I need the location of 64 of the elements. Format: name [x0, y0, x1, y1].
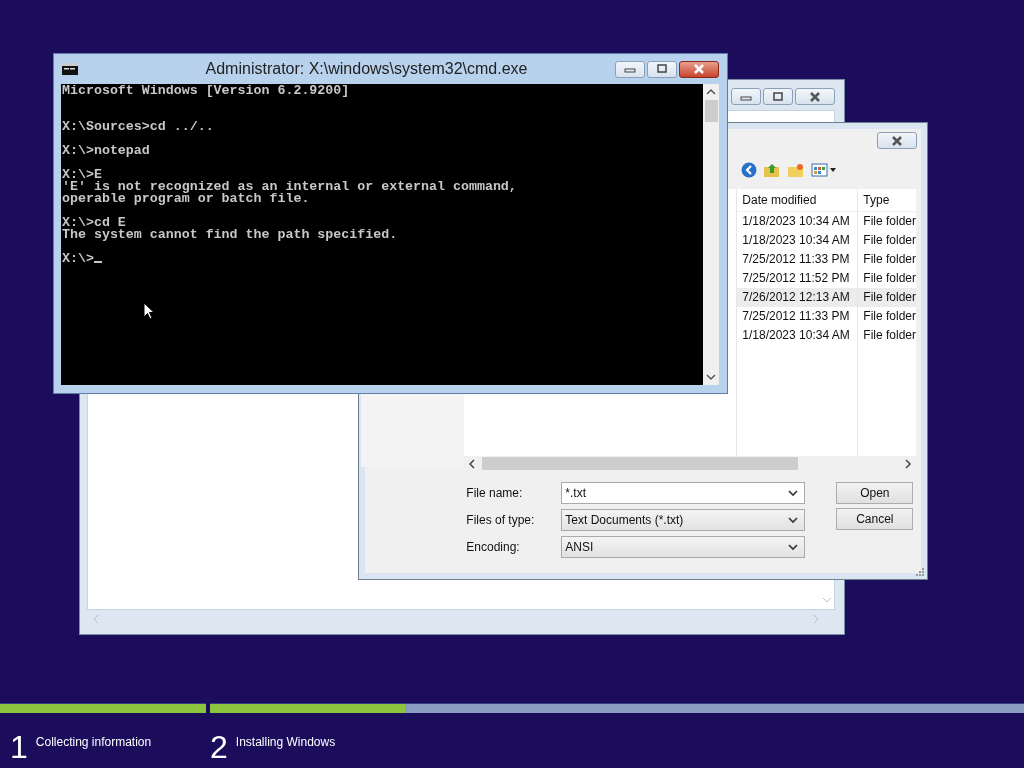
table-cell-text: File folder — [862, 232, 916, 249]
table-cell-text: File folder — [862, 308, 916, 325]
table-cell-text: File folder — [862, 270, 916, 287]
table-cell-text: 1/18/2023 10:34 AM — [741, 327, 851, 344]
close-button[interactable] — [795, 88, 835, 105]
scrollbar-thumb[interactable] — [704, 100, 718, 122]
minimize-icon — [624, 65, 636, 73]
combo-box[interactable]: *.txt — [561, 482, 806, 504]
console-line: 'E' is not recognized as an internal or external command, — [62, 179, 517, 194]
table-cell: 7/26/2012 12:13 AM — [737, 288, 858, 307]
maximize-icon — [656, 64, 668, 74]
column-header[interactable]: Type — [858, 189, 916, 212]
console-line: X:\>notepad — [62, 143, 150, 158]
maximize-button[interactable] — [763, 88, 793, 105]
field-label: Encoding: — [465, 540, 521, 554]
step-number: 1 — [10, 729, 28, 765]
console-line: X:\>cd E — [62, 215, 126, 230]
table-cell-text: File folder — [862, 327, 916, 344]
view-menu-icon[interactable] — [811, 162, 837, 178]
table-cell-text: 1/18/2023 10:34 AM — [741, 232, 851, 249]
step-label: Collecting information — [35, 735, 152, 749]
window-title: Administrator: X:\windows\system32\cmd.exe — [204, 60, 529, 78]
step-label: Installing Windows — [235, 735, 336, 749]
table-cell-text: 1/18/2023 10:34 AM — [741, 213, 851, 230]
dialog-button[interactable]: Cancel — [836, 508, 914, 530]
back-icon[interactable] — [741, 162, 757, 178]
resize-grip-icon[interactable] — [916, 568, 924, 576]
scroll-up-icon[interactable] — [706, 88, 716, 96]
close-icon — [890, 135, 904, 146]
table-cell: File folder — [858, 288, 916, 307]
step-number: 2 — [210, 729, 228, 765]
scroll-right-icon[interactable] — [904, 458, 912, 469]
mouse-pointer-icon — [143, 302, 155, 320]
close-button[interactable] — [679, 60, 719, 78]
combo-box[interactable]: ANSI — [561, 536, 806, 558]
table-cell-text: 7/25/2012 11:52 PM — [741, 270, 851, 287]
close-button[interactable] — [877, 132, 917, 149]
table-cell-text: File folder — [862, 251, 916, 268]
field-label: Files of type: — [465, 513, 536, 527]
console-line: Microsoft Windows [Version 6.2.9200] — [62, 83, 350, 98]
combo-box[interactable]: Text Documents (*.txt) — [561, 509, 806, 531]
column-header[interactable]: Date modified — [737, 189, 858, 212]
console-line: X:\>E — [62, 167, 102, 182]
console-output[interactable] — [61, 84, 703, 385]
scroll-left-icon[interactable] — [468, 458, 477, 469]
minimize-button[interactable] — [615, 60, 645, 78]
close-icon — [808, 91, 822, 102]
scrollbar-thumb[interactable] — [482, 457, 799, 470]
console-line: The system cannot find the path specified. — [62, 227, 398, 242]
minimize-button[interactable] — [731, 88, 761, 105]
table-cell-text: 7/25/2012 11:33 PM — [741, 308, 851, 325]
maximize-button[interactable] — [647, 60, 677, 78]
scroll-down-icon[interactable] — [706, 373, 716, 381]
folder-up-icon[interactable] — [763, 162, 781, 178]
close-icon — [692, 64, 706, 74]
table-cell-text: File folder — [862, 213, 916, 230]
console-line: X:\> — [62, 251, 94, 266]
console-line: X:\Sources>cd ../.. — [62, 119, 214, 134]
field-label: File name: — [465, 486, 524, 500]
dialog-button[interactable]: Open — [836, 482, 914, 504]
new-folder-icon[interactable] — [787, 162, 805, 178]
table-cell-text: 7/25/2012 11:33 PM — [741, 251, 851, 268]
console-icon — [62, 63, 78, 75]
maximize-icon — [772, 91, 784, 102]
